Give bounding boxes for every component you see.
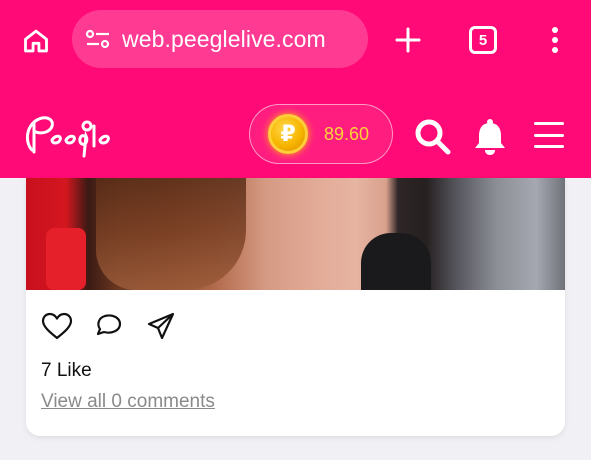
balance-amount: 89.60 [324,123,370,144]
plus-icon [395,27,421,53]
coin-icon: ₽ [268,114,308,154]
home-button[interactable] [20,25,52,57]
comment-button[interactable] [92,310,126,342]
browser-menu-button[interactable] [541,24,569,56]
tab-switcher-button[interactable]: 5 [469,26,497,54]
home-icon [24,29,48,53]
image-detail [46,228,86,290]
bell-icon [475,119,505,155]
like-button[interactable] [40,310,74,342]
menu-line [534,133,564,137]
url-text: web.peeglelive.com [122,25,326,52]
more-vertical-icon [552,27,558,53]
post-image[interactable] [26,178,565,290]
menu-line [534,145,564,148]
new-tab-button[interactable] [392,24,424,56]
menu-line [534,122,564,125]
image-detail [96,178,246,290]
comment-icon [96,314,122,336]
browser-toolbar: web.peeglelive.com 5 [0,0,591,82]
share-send-icon [147,312,175,340]
post-actions [40,310,178,342]
post-card: 7 Like View all 0 comments [26,178,565,436]
image-detail [361,233,431,290]
coin-balance[interactable]: ₽ 89.60 [249,104,393,164]
tab-count: 5 [478,31,488,49]
site-settings-button[interactable] [84,25,112,53]
view-comments-link[interactable]: View all 0 comments [41,391,215,413]
tune-icon [85,29,110,49]
address-bar[interactable]: web.peeglelive.com [72,10,368,68]
peegle-logo[interactable] [20,106,112,162]
site-header: ₽ 89.60 [0,82,591,178]
search-icon [415,119,451,155]
notifications-button[interactable] [472,118,508,156]
search-button[interactable] [414,118,452,156]
hamburger-menu-button[interactable] [534,122,564,148]
share-button[interactable] [144,310,178,342]
like-count: 7 Like [41,360,92,381]
heart-icon [41,312,73,340]
